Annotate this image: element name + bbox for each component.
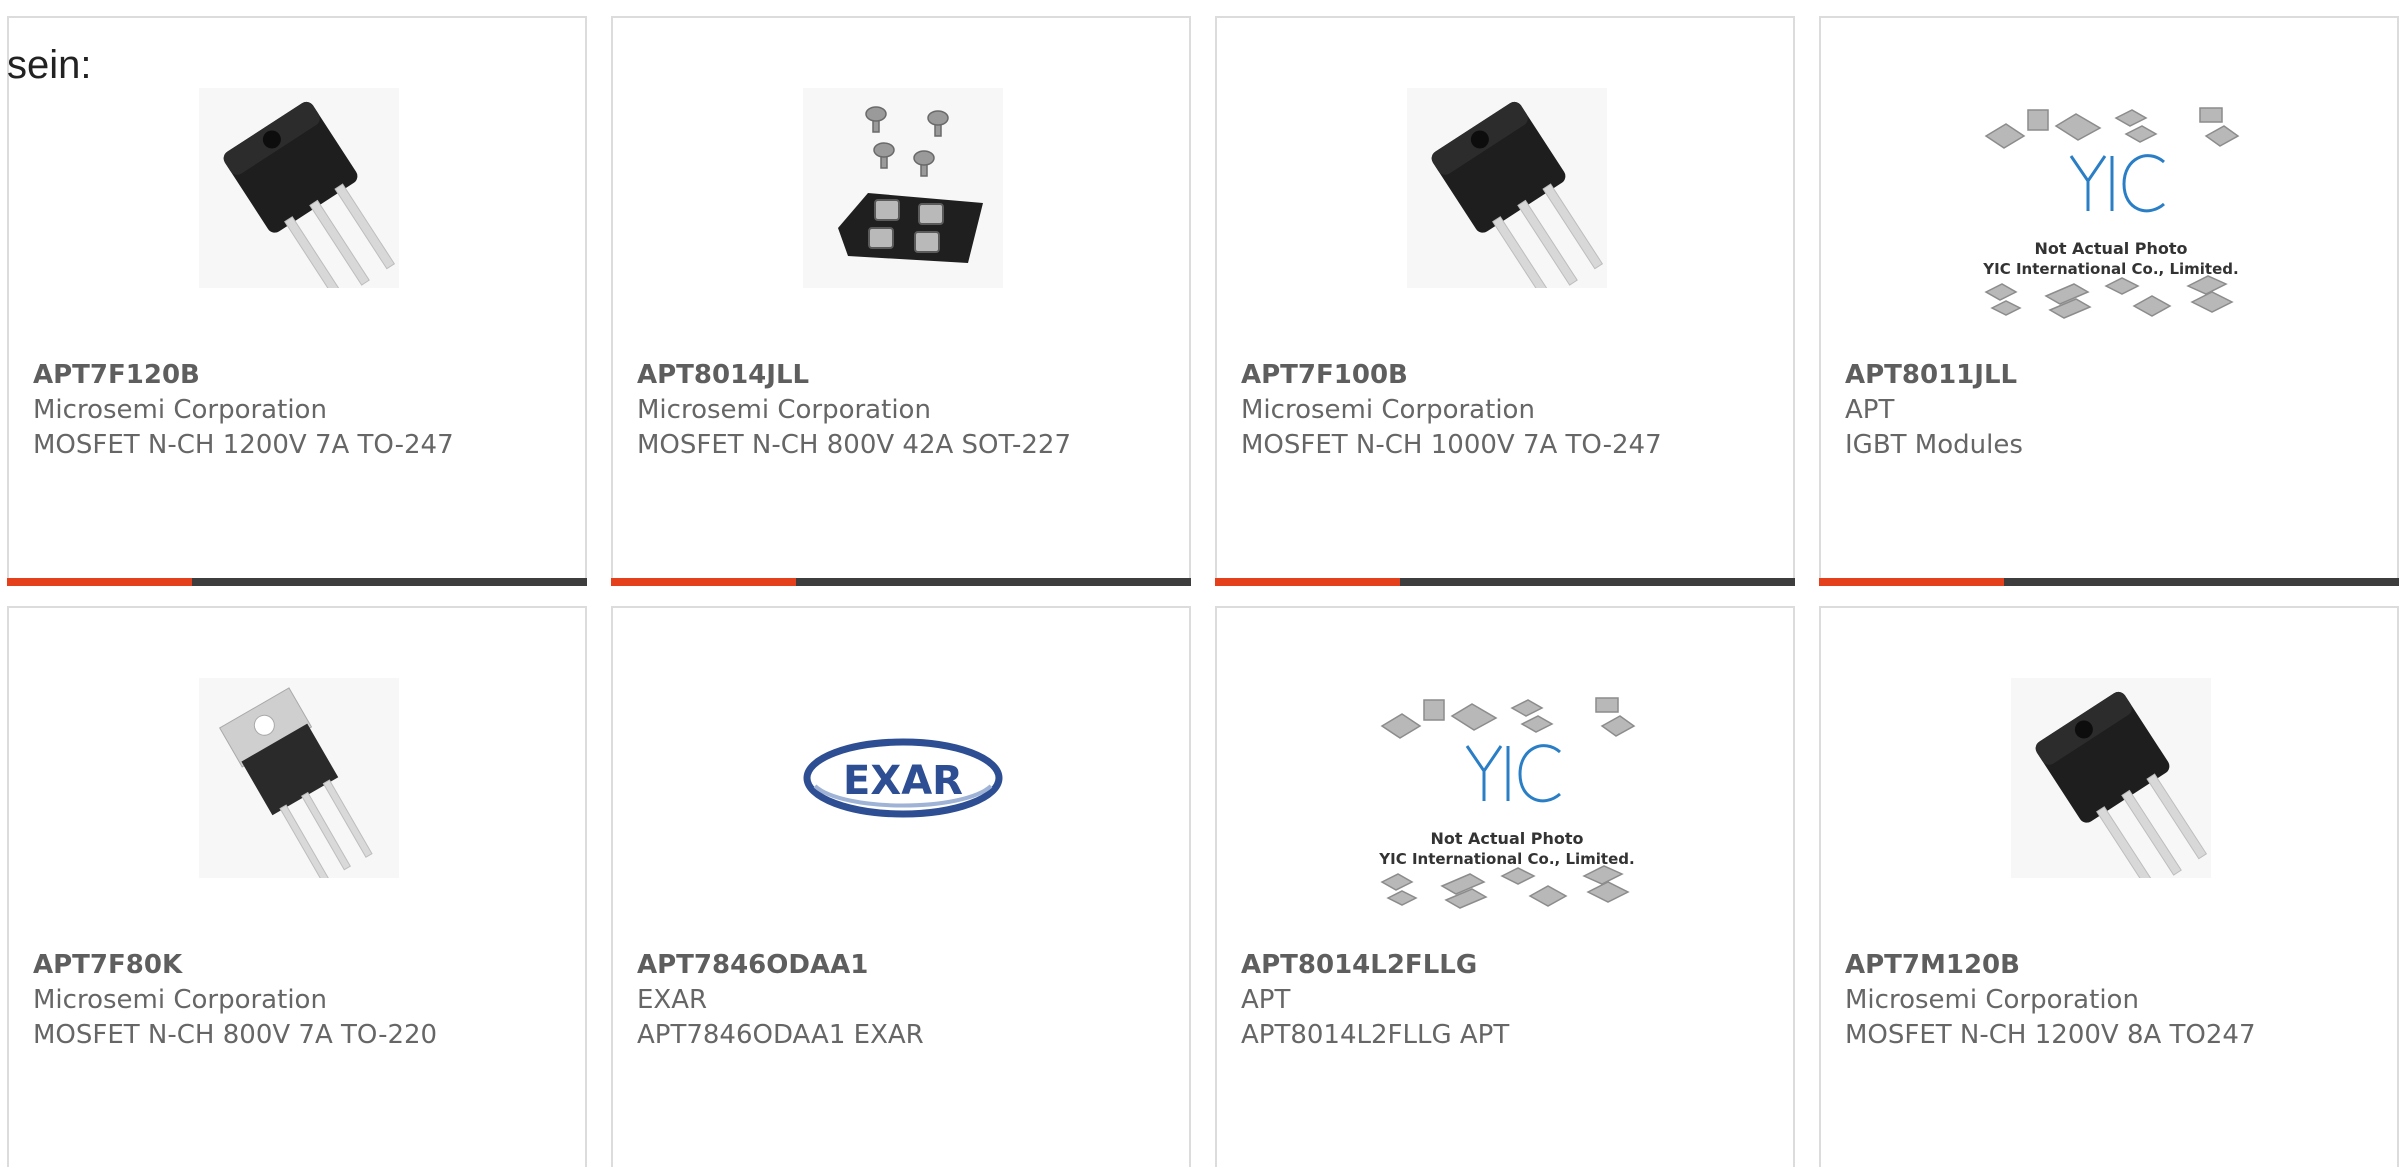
product-card-apt7f80k[interactable]: APT7F80K Microsemi Corporation MOSFET N-…	[7, 606, 587, 1167]
product-card-apt7f100b[interactable]: APT7F100B Microsemi Corporation MOSFET N…	[1215, 16, 1795, 586]
yic-placeholder-line2: YIC International Co., Limited.	[1982, 260, 2238, 278]
product-card-apt7f120b[interactable]: APT7F120B Microsemi Corporation MOSFET N…	[7, 16, 587, 586]
manufacturer: EXAR	[637, 985, 708, 1015]
product-card-apt7846odaa1[interactable]: EXAR APT7846ODAA1 EXAR APT7846ODAA1 EXAR	[611, 606, 1191, 1167]
sot227-module-icon	[803, 88, 1003, 288]
manufacturer: Microsemi Corporation	[33, 395, 327, 425]
part-number[interactable]: APT8011JLL	[1845, 358, 2387, 393]
card-bottom-bar	[1215, 578, 1795, 586]
part-number[interactable]: APT8014L2FLLG	[1241, 948, 1783, 983]
yic-placeholder-icon: Not Actual Photo YIC International Co., …	[1976, 96, 2246, 346]
card-accent-bar	[611, 578, 796, 586]
yic-placeholder-line1: Not Actual Photo	[2034, 239, 2187, 258]
card-bottom-bar	[1819, 578, 2399, 586]
exar-logo-icon: EXAR	[803, 678, 1003, 878]
part-number[interactable]: APT7F120B	[33, 358, 575, 393]
description: MOSFET N-CH 1000V 7A TO-247	[1241, 430, 1662, 460]
manufacturer: Microsemi Corporation	[33, 985, 327, 1015]
card-accent-bar	[1819, 578, 2004, 586]
description: IGBT Modules	[1845, 430, 2023, 460]
description: APT7846ODAA1 EXAR	[637, 1020, 924, 1050]
product-card-apt8011jll[interactable]: Not Actual Photo YIC International Co., …	[1819, 16, 2399, 586]
description: MOSFET N-CH 800V 42A SOT-227	[637, 430, 1072, 460]
part-number[interactable]: APT7M120B	[1845, 948, 2387, 983]
manufacturer: APT	[1241, 985, 1291, 1015]
part-number[interactable]: APT8014JLL	[637, 358, 1179, 393]
manufacturer: APT	[1845, 395, 1895, 425]
yic-placeholder-line2: YIC International Co., Limited.	[1378, 850, 1634, 868]
part-number[interactable]: APT7846ODAA1	[637, 948, 1179, 983]
part-number[interactable]: APT7F100B	[1241, 358, 1783, 393]
yic-placeholder-line1: Not Actual Photo	[1430, 829, 1583, 848]
to220-transistor-icon	[199, 678, 399, 878]
exar-logo-text: EXAR	[843, 758, 963, 804]
description: MOSFET N-CH 1200V 8A TO247	[1845, 1020, 2256, 1050]
description: MOSFET N-CH 800V 7A TO-220	[33, 1020, 438, 1050]
part-number[interactable]: APT7F80K	[33, 948, 575, 983]
product-card-apt8014jll[interactable]: APT8014JLL Microsemi Corporation MOSFET …	[611, 16, 1191, 586]
manufacturer: Microsemi Corporation	[1241, 395, 1535, 425]
to247-transistor-icon	[199, 88, 399, 288]
description: APT8014L2FLLG APT	[1241, 1020, 1510, 1050]
to247-transistor-icon	[1407, 88, 1607, 288]
product-card-apt8014l2fllg[interactable]: Not Actual Photo YIC International Co., …	[1215, 606, 1795, 1167]
to247-transistor-icon	[2011, 678, 2211, 878]
card-bottom-bar	[7, 578, 587, 586]
manufacturer: Microsemi Corporation	[1845, 985, 2139, 1015]
description: MOSFET N-CH 1200V 7A TO-247	[33, 430, 454, 460]
card-accent-bar	[1215, 578, 1400, 586]
yic-placeholder-icon: Not Actual Photo YIC International Co., …	[1372, 686, 1642, 936]
page-fragment-text: sein:	[7, 43, 92, 87]
product-card-apt7m120b[interactable]: APT7M120B Microsemi Corporation MOSFET N…	[1819, 606, 2399, 1167]
manufacturer: Microsemi Corporation	[637, 395, 931, 425]
card-bottom-bar	[611, 578, 1191, 586]
card-accent-bar	[7, 578, 192, 586]
